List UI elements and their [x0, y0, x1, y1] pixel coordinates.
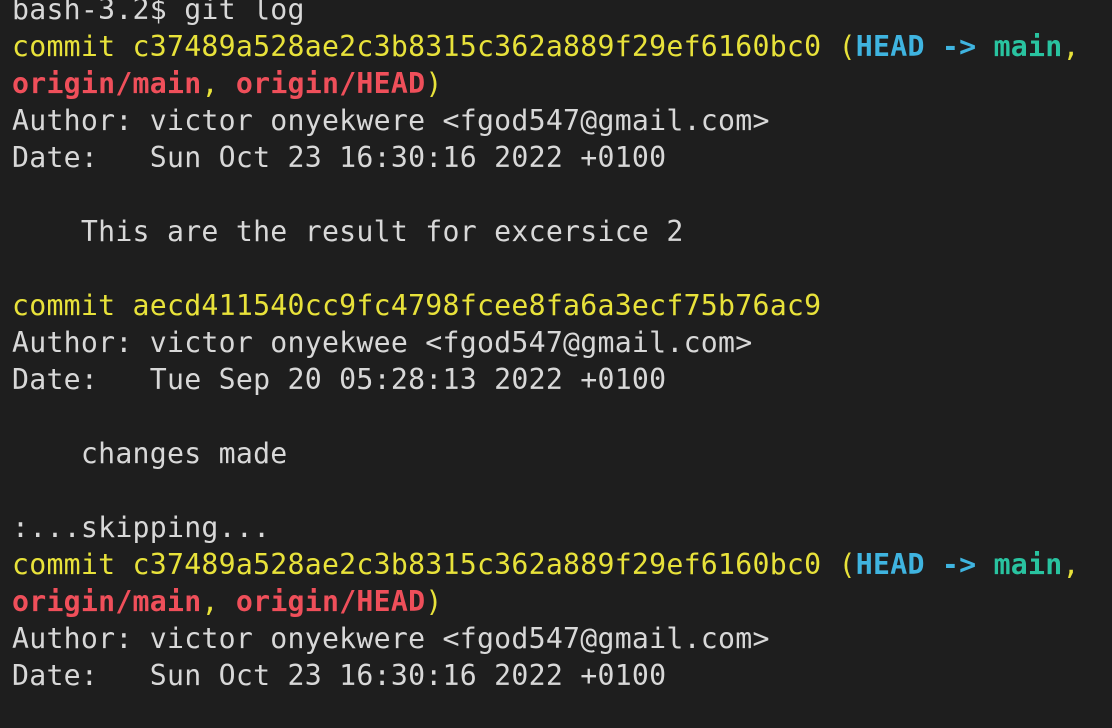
terminal-line: Author: victor onyekwere <fgod547@gmail.… — [12, 102, 1080, 139]
terminal-text-commit: ) — [425, 67, 443, 100]
terminal-text-plain: Date: Sun Oct 23 16:30:16 2022 +0100 — [12, 659, 667, 692]
terminal-line: :...skipping... — [12, 509, 1080, 546]
terminal-text-origin: origin/HEAD — [235, 67, 426, 100]
terminal-line: This are the result for excersice 2 — [12, 213, 1080, 250]
terminal-line: commit c37489a528ae2c3b8315c362a889f29ef… — [12, 546, 1080, 583]
terminal-text-commit: commit c37489a528ae2c3b8315c362a889f29ef… — [12, 548, 856, 581]
terminal-text-commit: ) — [425, 585, 443, 618]
terminal-text-plain: Author: victor onyekwere <fgod547@gmail.… — [12, 104, 770, 137]
terminal-line: Date: Sun Oct 23 16:30:16 2022 +0100 — [12, 657, 1080, 694]
terminal-line: changes made — [12, 435, 1080, 472]
terminal-line: commit c37489a528ae2c3b8315c362a889f29ef… — [12, 28, 1080, 65]
terminal-line: origin/main, origin/HEAD) — [12, 65, 1080, 102]
terminal-text-commit: , — [1062, 30, 1080, 63]
terminal-text-commit: commit aecd411540cc9fc4798fcee8fa6a3ecf7… — [12, 289, 822, 322]
terminal-line: Date: Sun Oct 23 16:30:16 2022 +0100 — [12, 139, 1080, 176]
terminal-text-plain: Author: victor onyekwee <fgod547@gmail.c… — [12, 326, 753, 359]
terminal-line: Date: Tue Sep 20 05:28:13 2022 +0100 — [12, 361, 1080, 398]
terminal-text-origin: origin/HEAD — [235, 585, 426, 618]
terminal-text-main: main — [993, 548, 1063, 581]
terminal-line: Author: victor onyekwee <fgod547@gmail.c… — [12, 324, 1080, 361]
terminal-text-plain: Date: Sun Oct 23 16:30:16 2022 +0100 — [12, 141, 667, 174]
terminal-text-origin: origin/main — [12, 585, 202, 618]
terminal-text-commit: , — [1062, 548, 1080, 581]
terminal-output: bash-3.2$ git log commit c37489a528ae2c3b… — [12, 0, 1080, 694]
terminal-text-plain: :...skipping... — [12, 511, 271, 544]
terminal-line: bash-3.2$ git log — [12, 0, 1080, 28]
terminal-text-head: HEAD -> — [855, 30, 994, 63]
terminal-text-commit: , — [201, 585, 236, 618]
terminal-text-plain: bash-3.2$ git log — [12, 0, 305, 26]
terminal-text-plain: Author: victor onyekwere <fgod547@gmail.… — [12, 622, 770, 655]
terminal-text-main: main — [993, 30, 1063, 63]
terminal-window[interactable]: bash-3.2$ git log commit c37489a528ae2c3b… — [0, 0, 1112, 728]
terminal-text-commit: commit c37489a528ae2c3b8315c362a889f29ef… — [12, 30, 856, 63]
terminal-line: commit aecd411540cc9fc4798fcee8fa6a3ecf7… — [12, 287, 1080, 324]
terminal-text-commit: , — [201, 67, 236, 100]
terminal-text-origin: origin/main — [12, 67, 202, 100]
terminal-line: Author: victor onyekwere <fgod547@gmail.… — [12, 620, 1080, 657]
terminal-text-plain: This are the result for excersice 2 — [12, 215, 684, 248]
terminal-text-head: HEAD -> — [855, 548, 994, 581]
terminal-line: origin/main, origin/HEAD) — [12, 583, 1080, 620]
terminal-text-plain: changes made — [12, 437, 288, 470]
terminal-text-plain: Date: Tue Sep 20 05:28:13 2022 +0100 — [12, 363, 667, 396]
